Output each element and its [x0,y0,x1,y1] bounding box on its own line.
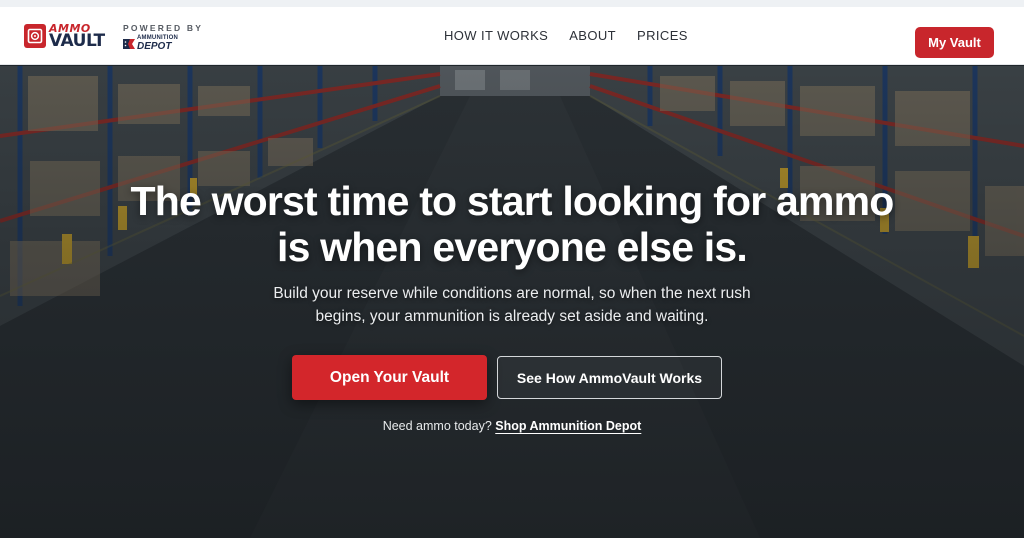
my-vault-button[interactable]: My Vault [915,27,994,58]
logo-vault-text: VAULT [49,30,105,51]
ammovault-logo[interactable]: AMMO VAULT [24,21,105,51]
powered-by: POWERED BY AMMUNITION DEPOT [123,23,203,51]
hero-headline-line-2: is when everyone else is. [277,224,748,270]
see-how-it-works-button[interactable]: See How AmmoVault Works [497,356,722,399]
vault-door-icon [24,24,46,48]
nav-about[interactable]: ABOUT [569,28,616,43]
ammunition-depot-logo[interactable]: AMMUNITION DEPOT [123,35,203,52]
need-ammo-line: Need ammo today? Shop Ammunition Depot [0,419,1024,433]
flag-icon [123,38,135,49]
open-your-vault-button[interactable]: Open Your Vault [292,355,487,400]
browser-top-strip [0,0,1024,7]
hero-section: The worst time to start looking for ammo… [0,66,1024,538]
nav-how-it-works[interactable]: HOW IT WORKS [444,28,548,43]
hero-headline-line-1: The worst time to start looking for ammo [130,178,894,224]
main-nav: HOW IT WORKS ABOUT PRICES [444,28,688,43]
site-header: AMMO VAULT POWERED BY AMMUNITION DEPOT H… [0,7,1024,65]
nav-prices[interactable]: PRICES [637,28,688,43]
hero-subheading: Build your reserve while conditions are … [262,282,762,328]
hero-subheading-line-1: Build your reserve while conditions are … [273,285,751,302]
hero-subheading-line-2: begins, your ammunition is already set a… [315,308,709,325]
powered-by-label: POWERED BY [123,23,204,33]
shop-ammunition-depot-link[interactable]: Shop Ammunition Depot [495,419,641,433]
partner-name-bottom: DEPOT [137,40,172,52]
hero-headline: The worst time to start looking for ammo… [0,178,1024,270]
need-ammo-prefix: Need ammo today? [382,419,492,433]
